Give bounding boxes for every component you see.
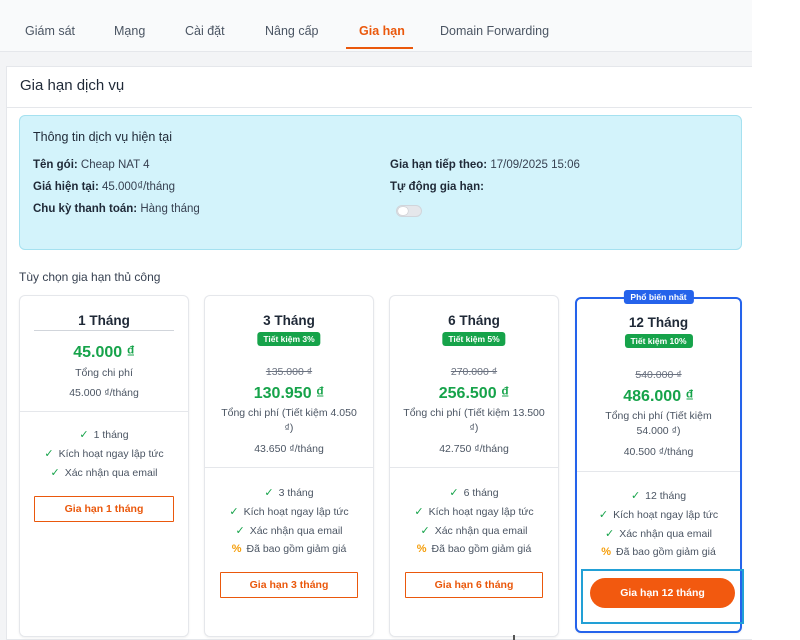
renew-3-months-button[interactable]: Gia hạn 3 tháng xyxy=(220,572,358,598)
feature-item: ✓ Kích hoạt ngay lập tức xyxy=(598,509,719,521)
renewal-panel: Gia hạn dịch vụ Thông tin dịch vụ hiện t… xyxy=(6,66,753,640)
plan-monthly: 43.650 ₫/tháng xyxy=(254,443,324,455)
plan-card-3-months: 3 Tháng Tiết kiệm 3% 135.000 ₫ 130.950 ₫… xyxy=(204,295,374,637)
renew-12-months-focus-ring: Gia hạn 12 tháng xyxy=(581,569,744,624)
feature-item: ✓ 3 tháng xyxy=(264,487,314,499)
tab-bar: Giám sát Mạng Cài đặt Nâng cấp Gia hạn D… xyxy=(0,0,752,52)
package-label: Tên gói: xyxy=(33,159,78,171)
check-icon: ✓ xyxy=(264,487,274,499)
savings-badge: Tiết kiệm 5% xyxy=(442,332,506,346)
feature-item: ✓ Xác nhận qua email xyxy=(604,528,713,540)
plan-total-label: Tổng chi phí (Tiết kiệm 4.050 ₫) xyxy=(221,407,357,434)
package-row: Tên gói: Cheap NAT 4 xyxy=(33,159,150,171)
toggle-knob xyxy=(398,207,408,215)
cycle-value: Hàng tháng xyxy=(140,203,200,215)
card-separator xyxy=(20,411,188,412)
check-icon: ✓ xyxy=(235,525,245,537)
feature-item: ✓ Xác nhận qua email xyxy=(420,525,528,537)
feature-item: ✓ Kích hoạt ngay lập tức xyxy=(414,506,534,518)
current-service-info: Thông tin dịch vụ hiện tại Tên gói: Chea… xyxy=(19,115,742,250)
feature-item: ✓ Kích hoạt ngay lập tức xyxy=(44,448,164,460)
percent-icon: % xyxy=(601,546,611,558)
price-value: 45.000₫/tháng xyxy=(102,181,176,193)
plan-card-1-month: 1 Tháng 45.000 ₫ Tổng chi phí 45.000 ₫/t… xyxy=(19,295,189,637)
plan-price: 486.000 ₫ xyxy=(623,388,694,405)
check-icon: ✓ xyxy=(229,506,239,518)
feature-item: ✓ 1 tháng xyxy=(79,429,129,441)
check-icon: ✓ xyxy=(414,506,424,518)
next-renewal-label: Gia hạn tiếp theo: xyxy=(390,159,488,171)
percent-icon: % xyxy=(416,543,427,555)
auto-renew-row: Tự động gia hạn: xyxy=(390,181,484,193)
price-label: Giá hiện tại: xyxy=(33,181,99,193)
plan-old-price: 270.000 ₫ xyxy=(450,366,498,378)
panel-title: Gia hạn dịch vụ xyxy=(20,77,125,94)
percent-icon: % xyxy=(231,543,242,555)
next-renewal-row: Gia hạn tiếp theo: 17/09/2025 15:06 xyxy=(390,159,580,171)
check-icon: ✓ xyxy=(630,490,641,502)
package-value: Cheap NAT 4 xyxy=(80,159,150,171)
plan-title: 6 Tháng xyxy=(448,313,500,328)
plan-monthly: 42.750 ₫/tháng xyxy=(439,443,509,455)
feature-item: ✓ Xác nhận qua email xyxy=(50,467,158,479)
tab-domain-forwarding[interactable]: Domain Forwarding xyxy=(440,24,549,38)
tab-upgrade[interactable]: Nâng cấp xyxy=(265,24,319,38)
plan-title: 12 Tháng xyxy=(628,315,689,330)
feature-item: % Đã bao gồm giảm giá xyxy=(601,546,716,558)
check-icon: ✓ xyxy=(50,467,60,479)
mouse-cursor xyxy=(513,635,515,640)
check-icon: ✓ xyxy=(598,509,609,521)
renew-12-months-button[interactable]: Gia hạn 12 tháng xyxy=(590,578,735,608)
next-renewal-value: 17/09/2025 15:06 xyxy=(490,159,580,171)
feature-item: ✓ Kích hoạt ngay lập tức xyxy=(229,506,349,518)
card-separator xyxy=(205,467,373,468)
cycle-label: Chu kỳ thanh toán: xyxy=(33,203,138,215)
feature-item: % Đã bao gồm giảm giá xyxy=(231,543,347,555)
plan-price: 256.500 ₫ xyxy=(438,385,510,402)
check-icon: ✓ xyxy=(79,429,89,441)
active-tab-indicator xyxy=(346,47,413,49)
auto-renew-label: Tự động gia hạn: xyxy=(390,181,484,193)
plan-old-price: 540.000 ₫ xyxy=(635,369,682,381)
card-separator xyxy=(577,471,740,472)
plan-total-label: Tổng chi phí (Tiết kiệm 54.000 ₫) xyxy=(605,410,712,437)
plan-monthly: 40.500 ₫/tháng xyxy=(623,446,694,458)
tab-network[interactable]: Mạng xyxy=(114,24,145,38)
price-row: Giá hiện tại: 45.000₫/tháng xyxy=(33,181,175,193)
plan-title: 1 Tháng xyxy=(78,313,130,328)
savings-badge: Tiết kiệm 3% xyxy=(257,332,321,346)
plan-total-label: Tổng chi phí (Tiết kiệm 13.500 ₫) xyxy=(403,407,545,434)
savings-badge: Tiết kiệm 10% xyxy=(624,334,693,348)
check-icon: ✓ xyxy=(420,525,430,537)
plan-total-label: Tổng chi phí xyxy=(75,367,133,379)
plan-title: 3 Tháng xyxy=(263,313,315,328)
tab-renewal[interactable]: Gia hạn xyxy=(359,24,405,38)
popular-badge: Phổ biến nhất xyxy=(623,290,694,304)
plan-old-price: 135.000 ₫ xyxy=(265,366,313,378)
check-icon: ✓ xyxy=(44,448,54,460)
card-separator xyxy=(390,467,558,468)
tab-settings[interactable]: Cài đặt xyxy=(185,24,225,38)
auto-renew-toggle[interactable] xyxy=(396,205,422,217)
app-stage: Giám sát Mạng Cài đặt Nâng cấp Gia hạn D… xyxy=(0,0,753,640)
check-icon: ✓ xyxy=(604,528,615,540)
plan-price: 45.000 ₫ xyxy=(73,344,135,361)
page-margin xyxy=(752,0,800,640)
check-icon: ✓ xyxy=(449,487,459,499)
cycle-row: Chu kỳ thanh toán: Hàng tháng xyxy=(33,203,200,215)
feature-item: ✓ 12 tháng xyxy=(630,490,687,502)
info-title: Thông tin dịch vụ hiện tại xyxy=(33,130,172,144)
plan-card-6-months: 6 Tháng Tiết kiệm 5% 270.000 ₫ 256.500 ₫… xyxy=(389,295,559,637)
panel-divider xyxy=(7,107,753,108)
title-underline xyxy=(34,330,174,331)
tab-monitoring[interactable]: Giám sát xyxy=(25,24,75,38)
renew-6-months-button[interactable]: Gia hạn 6 tháng xyxy=(405,572,543,598)
feature-item: % Đã bao gồm giảm giá xyxy=(416,543,532,555)
plan-monthly: 45.000 ₫/tháng xyxy=(69,387,139,399)
feature-item: ✓ Xác nhận qua email xyxy=(235,525,343,537)
manual-options-label: Tùy chọn gia hạn thủ công xyxy=(19,270,161,284)
feature-item: ✓ 6 tháng xyxy=(449,487,499,499)
renew-1-month-button[interactable]: Gia hạn 1 tháng xyxy=(34,496,174,522)
plan-price: 130.950 ₫ xyxy=(253,385,325,402)
